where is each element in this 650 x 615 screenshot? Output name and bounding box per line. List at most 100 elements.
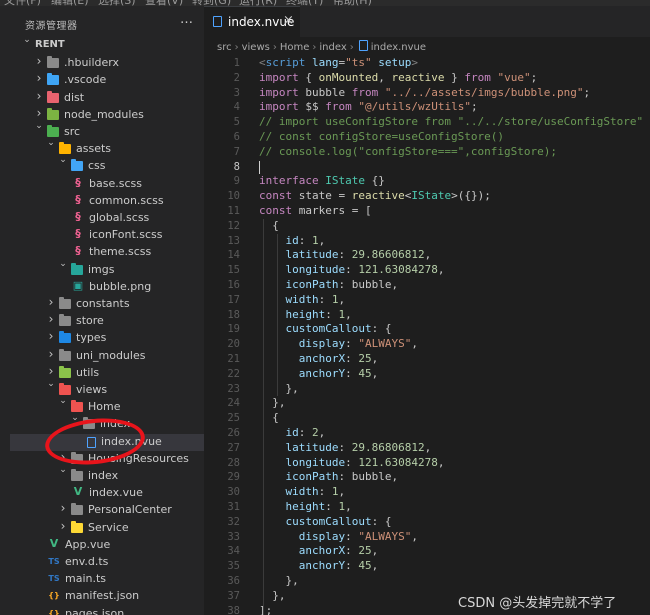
tree-folder[interactable]: ⌄ assets [10,138,204,158]
tree-item-label: App.vue [65,537,111,551]
tree-folder[interactable]: ⌄ Home [10,396,204,416]
code-line[interactable]: 12 { [204,219,650,234]
breadcrumb-item[interactable]: views [242,42,270,53]
tree-folder[interactable]: › constants [10,295,204,313]
code-line[interactable]: 31 height: 1, [204,500,650,515]
code-line[interactable]: 25 { [204,411,650,426]
tree-file[interactable]: § iconFont.scss [10,227,204,244]
tree-file[interactable]: {} manifest.json [10,588,204,605]
code-line[interactable]: 33 display: "ALWAYS", [204,530,650,545]
tree-file[interactable]: Vindex.vue [10,485,204,502]
line-number: 26 [227,427,240,439]
code-line[interactable]: 13 id: 1, [204,234,650,249]
code-line[interactable]: 20 display: "ALWAYS", [204,337,650,352]
tree-file[interactable]: {} pages.json [10,606,204,615]
breadcrumb-item[interactable]: index.nvue [371,42,426,53]
code-line[interactable]: 4 import $$ from "@/utils/wzUtils"; [204,100,650,115]
line-number: 10 [227,190,240,203]
breadcrumb-item[interactable]: index [319,42,346,53]
image-file-icon: ▣ [72,278,84,292]
tree-file[interactable]: TS main.ts [10,571,204,588]
code-line[interactable]: 8 [204,160,650,175]
code-line[interactable]: 27 latitude: 29.86806812, [204,441,650,456]
code-line[interactable]: 17 width: 1, [204,293,650,308]
tree-folder[interactable]: › types [10,329,204,347]
chevron-down-icon: ⌄ [59,258,67,269]
tree-folder[interactable]: ⌄ index [10,465,204,485]
code-line[interactable]: 7 // console.log("configStore===",configS… [204,145,650,160]
tree-folder[interactable]: ⌄ views [10,379,204,399]
tree-item-label: css [88,159,106,173]
tree-folder[interactable]: ⌄ src [10,121,204,141]
scss-file-icon: § [75,175,81,189]
code-line[interactable]: 11 const markers = [ [204,204,650,219]
code-line[interactable]: 9 interface IState {} [204,174,650,189]
code-line[interactable]: 23 }, [204,382,650,397]
code-line[interactable]: 6 // const configStore=useConfigStore() [204,130,650,145]
tree-item-label: dist [64,90,85,104]
tab-index-nvue[interactable]: index.nvue × [204,6,300,38]
line-number: 30 [227,486,240,499]
breadcrumb-item[interactable]: Home [280,42,310,53]
code-line[interactable]: 15 longitude: 121.63084278, [204,263,650,278]
tree-folder[interactable]: › .vscode [10,71,204,89]
json-file-icon: {} [48,608,60,615]
code-line[interactable]: 34 anchorX: 25, [204,544,650,559]
folder-icon [71,400,83,413]
breadcrumb-item[interactable]: src [217,42,232,53]
tree-file[interactable]: V App.vue [10,537,204,554]
tree-file[interactable]: ▣ bubble.png [10,279,204,296]
tree-file[interactable]: § global.scss [10,210,204,227]
code-line[interactable]: 5 // import useConfigStore from "../../st… [204,115,650,130]
code-line[interactable]: 28 longitude: 121.63084278, [204,456,650,471]
code-line[interactable]: 19 customCallout: { [204,322,650,337]
tree-file[interactable]: § base.scss [10,176,204,193]
tree-item-label: .hbuilderx [64,56,120,70]
line-number: 38 [227,604,240,615]
code-text: import $$ from "@/utils/wzUtils"; [259,100,478,114]
code-line[interactable]: 30 width: 1, [204,485,650,500]
code-line[interactable]: 32 customCallout: { [204,515,650,530]
tree-folder[interactable]: › dist [10,89,204,107]
tree-folder[interactable]: › PersonalCenter [10,501,204,519]
close-icon[interactable]: × [283,13,294,28]
code-line[interactable]: 10 const state = reactive<IState>({}); [204,189,650,204]
code-line[interactable]: 26 id: 2, [204,426,650,441]
tree-folder[interactable]: › Service [10,519,204,537]
tree-file[interactable]: TS env.d.ts [10,554,204,571]
code-text: latitude: 29.86606812, [285,248,432,262]
tree-folder[interactable]: ⌄ imgs [10,258,204,279]
folder-icon [47,90,59,103]
folder-icon [59,383,71,395]
code-line[interactable]: 14 latitude: 29.86606812, [204,248,650,263]
code-text: height: 1, [285,307,352,321]
code-line[interactable]: 18 height: 1, [204,308,650,323]
indent-guide [263,218,264,615]
code-line[interactable]: 24 }, [204,396,650,411]
scss-file-icon: § [75,210,81,223]
code-line[interactable]: 21 anchorX: 25, [204,352,650,367]
tree-item-label: types [76,331,107,345]
code-line[interactable]: 1 <script lang="ts" setup> [204,56,650,71]
tree-folder[interactable]: › utils [10,364,204,382]
code-line[interactable]: 22 anchorY: 45, [204,367,650,382]
tree-file[interactable]: § common.scss [10,193,204,210]
code-text: anchorX: 25, [298,544,379,558]
line-number: 9 [233,175,240,188]
more-actions-button[interactable]: … [180,12,193,27]
code-line[interactable]: 35 anchorY: 45, [204,559,650,574]
tree-folder[interactable]: › store [10,312,204,330]
tree-folder[interactable]: › .hbuilderx [10,54,204,72]
code-line[interactable]: 29 iconPath: bubble, [204,470,650,485]
code-line[interactable]: 16 iconPath: bubble, [204,278,650,293]
code-line[interactable]: 2 import { onMounted, reactive } from "vu… [204,71,650,86]
code-text: <script lang="ts" setup> [259,56,418,69]
tree-folder[interactable]: ⌄ RENT [10,35,204,55]
code-line[interactable]: 36 }, [204,574,650,589]
code-text: id: 1, [285,233,326,247]
tree-folder[interactable]: ⌄ css [10,155,204,175]
tree-file[interactable]: § theme.scss [10,244,204,261]
tree-folder[interactable]: › uni_modules [10,347,204,365]
code-line[interactable]: 3 import bubble from "../../assets/imgs/b… [204,86,650,101]
text-cursor [259,160,260,174]
